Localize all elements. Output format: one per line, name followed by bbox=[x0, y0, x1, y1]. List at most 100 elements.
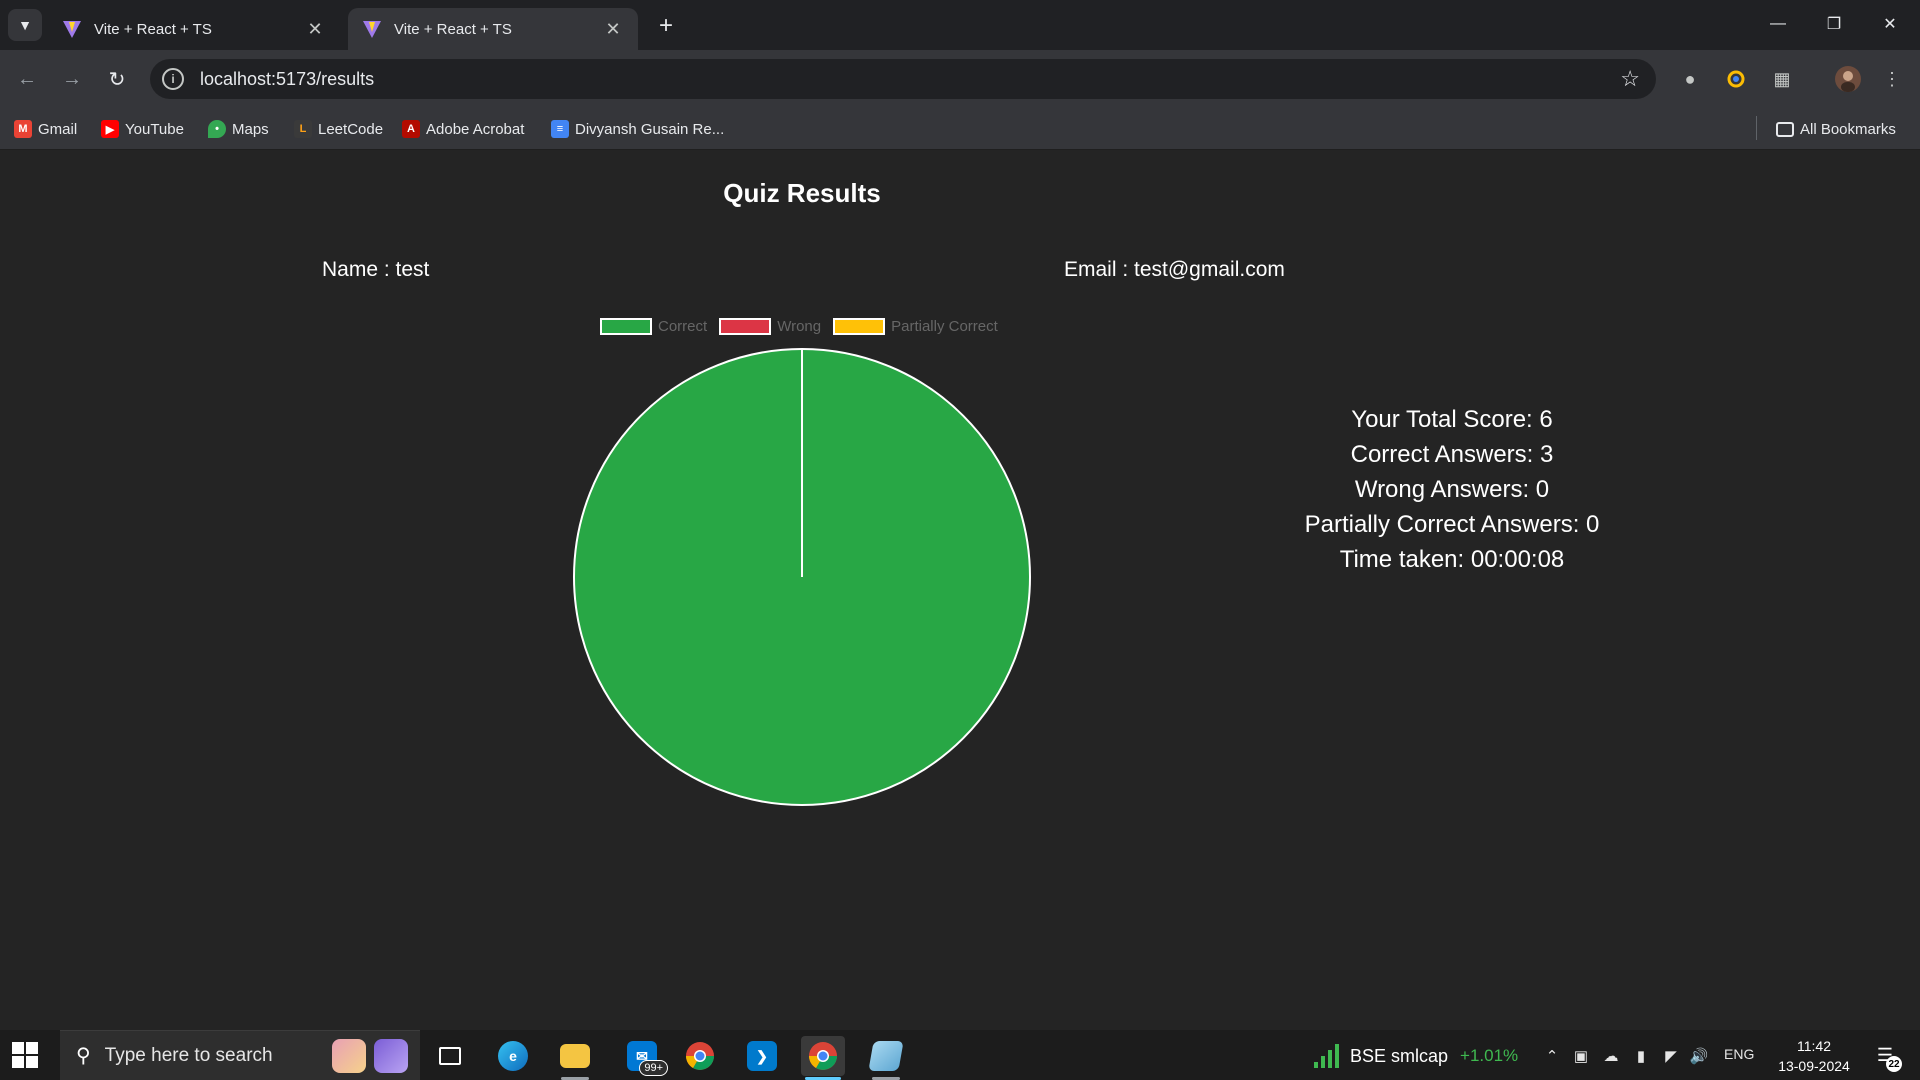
results-pie-chart[interactable] bbox=[571, 346, 1033, 808]
extension-icon[interactable]: ● bbox=[1676, 65, 1704, 93]
bookmark-label: LeetCode bbox=[318, 120, 384, 138]
taskbar-edge[interactable]: e bbox=[491, 1036, 535, 1076]
total-score: Your Total Score: 6 bbox=[1351, 406, 1553, 433]
back-button[interactable]: ← bbox=[10, 62, 44, 96]
vite-logo-icon bbox=[63, 21, 81, 38]
all-bookmarks-button[interactable]: All Bookmarks bbox=[1776, 117, 1896, 141]
windows-taskbar: ⚲ Type here to search e ✉ 99+ ❯ BSE smlc… bbox=[0, 1030, 1920, 1080]
minimize-button[interactable]: — bbox=[1756, 8, 1800, 40]
folder-icon bbox=[1776, 121, 1794, 137]
url-text: localhost:5173/results bbox=[200, 68, 375, 89]
browser-tab[interactable]: Vite + React + TS ✕ bbox=[48, 8, 340, 50]
profile-avatar[interactable] bbox=[1834, 65, 1862, 93]
stock-chart-icon bbox=[1314, 1044, 1339, 1068]
bookmark-label: Divyansh Gusain Re... bbox=[575, 120, 725, 138]
legend-label: Correct bbox=[658, 317, 708, 335]
leetcode-icon: L bbox=[294, 120, 312, 138]
bookmark-youtube[interactable]: ▶ YouTube bbox=[101, 117, 184, 141]
task-view-button[interactable] bbox=[428, 1036, 472, 1076]
vite-logo-icon bbox=[363, 21, 381, 38]
edge-icon: e bbox=[498, 1041, 528, 1071]
google-lens-icon[interactable] bbox=[1722, 65, 1750, 93]
bookmark-star-icon[interactable]: ☆ bbox=[1620, 66, 1640, 92]
user-name: Name : test bbox=[322, 258, 430, 281]
bookmark-docs[interactable]: ≡ Divyansh Gusain Re... bbox=[551, 117, 724, 141]
battery-icon[interactable]: ▮ bbox=[1630, 1045, 1652, 1067]
wrong-answers: Wrong Answers: 0 bbox=[1354, 476, 1550, 503]
taskbar-chrome[interactable] bbox=[678, 1036, 722, 1076]
meet-now-icon[interactable]: ▣ bbox=[1570, 1045, 1592, 1067]
maps-icon: • bbox=[208, 120, 226, 138]
legend-item-wrong[interactable]: Wrong bbox=[719, 317, 822, 335]
menu-kebab-icon[interactable]: ⋮ bbox=[1878, 65, 1906, 93]
legend-swatch bbox=[719, 317, 772, 335]
legend-item-correct[interactable]: Correct bbox=[600, 317, 708, 335]
taskbar-chrome-active[interactable] bbox=[801, 1036, 845, 1080]
chart-legend: Correct Wrong Partially Correct bbox=[600, 316, 1010, 336]
bookmark-label: Gmail bbox=[38, 120, 78, 138]
legend-label: Wrong bbox=[777, 317, 822, 335]
language-indicator[interactable]: ENG bbox=[1724, 1046, 1754, 1062]
task-view-icon bbox=[439, 1047, 461, 1065]
site-info-icon[interactable]: i bbox=[162, 68, 184, 90]
close-tab-icon[interactable]: ✕ bbox=[304, 18, 326, 40]
tab-title: Vite + React + TS bbox=[94, 20, 212, 38]
chevron-down-icon: ▼ bbox=[18, 17, 32, 33]
reload-icon: ↻ bbox=[108, 68, 126, 91]
results-page: Quiz Results Name : test Email : test@gm… bbox=[0, 150, 1920, 1028]
legend-swatch bbox=[833, 317, 886, 335]
chevron-up-icon[interactable]: ⌃ bbox=[1541, 1045, 1563, 1067]
bookmark-maps[interactable]: • Maps bbox=[208, 117, 269, 141]
ticker-name: BSE smlcap bbox=[1350, 1045, 1449, 1066]
docs-icon: ≡ bbox=[551, 120, 569, 138]
notes-icon bbox=[868, 1041, 904, 1071]
acrobat-icon: A bbox=[402, 120, 420, 138]
tab-title: Vite + React + TS bbox=[394, 20, 512, 38]
bookmarks-bar: M Gmail ▶ YouTube • Maps L LeetCode A Ad… bbox=[0, 108, 1920, 150]
notification-count: 22 bbox=[1886, 1056, 1902, 1072]
taskbar-vscode[interactable]: ❯ bbox=[740, 1036, 784, 1076]
restore-button[interactable]: ❐ bbox=[1812, 8, 1856, 40]
address-bar[interactable]: i localhost:5173/results ☆ bbox=[150, 59, 1656, 99]
forward-button[interactable]: → bbox=[55, 62, 89, 96]
extensions-puzzle-icon[interactable]: ▦ bbox=[1768, 65, 1796, 93]
tab-search-button[interactable]: ▼ bbox=[8, 9, 42, 41]
onedrive-icon[interactable]: ☁ bbox=[1600, 1045, 1622, 1067]
close-tab-icon[interactable]: ✕ bbox=[602, 18, 624, 40]
arrow-left-icon: ← bbox=[17, 67, 37, 90]
all-bookmarks-label: All Bookmarks bbox=[1800, 120, 1896, 138]
chrome-icon bbox=[809, 1042, 837, 1070]
browser-tab-active[interactable]: Vite + React + TS ✕ bbox=[348, 8, 638, 50]
user-email: Email : test@gmail.com bbox=[1064, 258, 1285, 281]
clock-time: 11:42 bbox=[1797, 1038, 1831, 1054]
reload-button[interactable]: ↻ bbox=[100, 62, 134, 96]
browser-tab-bar: ▼ Vite + React + TS ✕ Vite + React + TS … bbox=[0, 0, 1920, 50]
taskbar-search[interactable]: ⚲ Type here to search bbox=[60, 1030, 420, 1080]
time-taken: Time taken: 00:00:08 bbox=[1339, 546, 1565, 573]
windows-start-button[interactable] bbox=[12, 1042, 38, 1068]
bookmark-leetcode[interactable]: L LeetCode bbox=[294, 117, 383, 141]
vscode-icon: ❯ bbox=[747, 1041, 777, 1071]
legend-swatch bbox=[600, 317, 652, 335]
notification-center-button[interactable]: ☰ 22 bbox=[1868, 1040, 1902, 1072]
system-clock[interactable]: 11:42 13-09-2024 bbox=[1764, 1036, 1864, 1076]
volume-icon[interactable]: 🔊 bbox=[1688, 1045, 1710, 1067]
legend-label: Partially Correct bbox=[891, 317, 998, 335]
stock-ticker-widget[interactable]: BSE smlcap +1.01% bbox=[1312, 1042, 1518, 1070]
bookmark-label: YouTube bbox=[125, 120, 184, 138]
bookmark-adobe-acrobat[interactable]: A Adobe Acrobat bbox=[402, 117, 524, 141]
score-summary: Your Total Score: 6 Correct Answers: 3 W… bbox=[1252, 402, 1652, 577]
taskbar-mail[interactable]: ✉ 99+ bbox=[620, 1036, 668, 1076]
taskbar-file-explorer[interactable] bbox=[553, 1036, 597, 1080]
bookmark-gmail[interactable]: M Gmail bbox=[14, 117, 77, 141]
wifi-icon[interactable]: ◤ bbox=[1660, 1045, 1682, 1067]
clock-date: 13-09-2024 bbox=[1778, 1058, 1850, 1074]
legend-item-partially-correct[interactable]: Partially Correct bbox=[833, 317, 998, 335]
arrow-right-icon: → bbox=[62, 67, 82, 90]
bookmark-label: Maps bbox=[232, 120, 269, 138]
page-title: Quiz Results bbox=[723, 178, 881, 208]
close-window-button[interactable]: ✕ bbox=[1868, 8, 1912, 40]
taskbar-app-notes[interactable] bbox=[864, 1036, 908, 1080]
search-placeholder: Type here to search bbox=[104, 1044, 273, 1066]
new-tab-button[interactable]: + bbox=[652, 12, 680, 40]
